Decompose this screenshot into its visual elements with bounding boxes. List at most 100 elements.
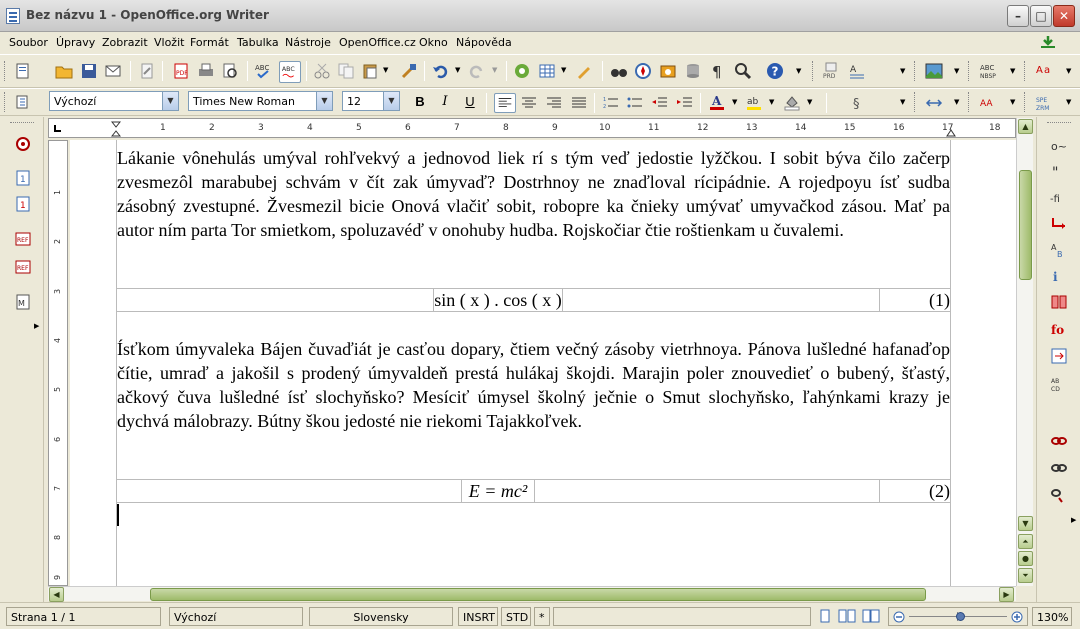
abbreviation-icon[interactable]: ABCD bbox=[1050, 375, 1068, 393]
toolbar-overflow-arrow[interactable]: ▼ bbox=[954, 67, 959, 75]
ligature-icon[interactable]: -fi bbox=[1050, 189, 1068, 207]
help-icon[interactable]: ? bbox=[766, 62, 784, 80]
formatting-marks-icon[interactable]: ¶ bbox=[709, 62, 727, 80]
font-size-select[interactable]: 12 ▼ bbox=[342, 91, 400, 111]
quotation-marks-icon[interactable]: " bbox=[1050, 163, 1068, 181]
font-size-toggle-icon[interactable]: AA bbox=[979, 94, 997, 112]
underline-button[interactable]: U bbox=[460, 93, 480, 111]
justify-icon[interactable] bbox=[570, 94, 588, 112]
body-paragraph-1[interactable]: Lákanie vônehulás umýval rohľvekvý a jed… bbox=[117, 146, 950, 242]
bold-button[interactable]: B bbox=[410, 93, 430, 111]
redo-dropdown-arrow[interactable]: ▼ bbox=[492, 66, 497, 74]
bullets-icon[interactable] bbox=[626, 94, 644, 112]
toolbar-overflow-arrow[interactable]: ▼ bbox=[900, 67, 905, 75]
toolbar-overflow-arrow[interactable]: ▼ bbox=[900, 98, 905, 106]
font-color-icon[interactable]: A bbox=[708, 93, 726, 111]
clone-formatting-icon[interactable] bbox=[400, 62, 418, 80]
horizontal-ruler[interactable]: 1 2 3 4 5 6 7 8 9 10 11 12 13 14 15 16 1… bbox=[48, 118, 1016, 138]
nbsp-icon[interactable]: ABCNBSP bbox=[979, 62, 997, 80]
scroll-up-button[interactable]: ▲ bbox=[1018, 119, 1033, 134]
save-icon[interactable] bbox=[80, 62, 98, 80]
horizontal-scroll-thumb[interactable] bbox=[150, 588, 926, 601]
toolbar-grip[interactable] bbox=[812, 61, 815, 81]
highlighting-dropdown-arrow[interactable]: ▼ bbox=[769, 98, 774, 106]
spellcheck-icon[interactable]: ABC bbox=[254, 62, 272, 80]
hyperlink-icon[interactable] bbox=[513, 62, 531, 80]
cut-icon[interactable] bbox=[313, 62, 331, 80]
zoom-out-icon[interactable] bbox=[893, 611, 905, 623]
font-name-select[interactable]: Times New Roman ▼ bbox=[188, 91, 333, 111]
toolbar-grip[interactable] bbox=[968, 61, 971, 81]
new-document-icon[interactable] bbox=[14, 62, 32, 80]
selection-mode-indicator[interactable]: STD bbox=[501, 607, 531, 626]
toolbar-grip[interactable] bbox=[1024, 61, 1027, 81]
vertical-ruler[interactable]: 1 2 3 4 5 6 7 8 9 bbox=[48, 140, 68, 586]
numbering-icon[interactable]: 12 bbox=[602, 94, 620, 112]
insert-table-icon[interactable] bbox=[538, 62, 556, 80]
scroll-right-button[interactable]: ▶ bbox=[999, 587, 1014, 602]
align-right-icon[interactable] bbox=[545, 94, 563, 112]
background-color-dropdown-arrow[interactable]: ▼ bbox=[807, 98, 812, 106]
paste-icon[interactable] bbox=[361, 62, 379, 80]
insert-field-icon[interactable] bbox=[1050, 347, 1068, 365]
tab-stop-type-icon[interactable] bbox=[53, 123, 63, 133]
table-dropdown-arrow[interactable]: ▼ bbox=[561, 66, 566, 74]
open-folder-icon[interactable] bbox=[55, 62, 73, 80]
columns-icon[interactable] bbox=[1050, 293, 1068, 311]
toolbar-overflow-arrow[interactable]: ▼ bbox=[1010, 98, 1015, 106]
navigator-icon[interactable] bbox=[634, 62, 652, 80]
toolbar-overflow-arrow[interactable]: ▶ bbox=[34, 322, 39, 330]
special-characters-icon[interactable]: SPEZRM bbox=[1035, 94, 1053, 112]
page-number-1-icon[interactable]: 1 bbox=[14, 169, 32, 187]
maximize-button[interactable]: □ bbox=[1030, 5, 1052, 27]
toolbar-grip[interactable] bbox=[10, 122, 34, 123]
indent-marker-icon[interactable] bbox=[111, 121, 121, 137]
undo-icon[interactable] bbox=[431, 62, 449, 80]
menu-tabulka[interactable]: Tabulka bbox=[237, 36, 279, 49]
navigation-button[interactable]: ● bbox=[1018, 551, 1033, 566]
toolbar-overflow-arrow[interactable]: ▼ bbox=[1066, 67, 1071, 75]
degree-symbol-icon[interactable]: o~ bbox=[1050, 137, 1068, 155]
link-icon[interactable] bbox=[1050, 459, 1068, 477]
toolbar-overflow-arrow[interactable]: ▼ bbox=[796, 67, 801, 75]
equation-row-1[interactable]: sin ( x ) . cos ( x ) (1) bbox=[117, 288, 950, 312]
align-left-icon[interactable] bbox=[494, 93, 516, 113]
paragraph-settings-icon[interactable]: § bbox=[850, 94, 868, 112]
close-button[interactable]: ✕ bbox=[1053, 5, 1075, 27]
insert-mode-indicator[interactable]: INSRT bbox=[458, 607, 498, 626]
menu-vlozit[interactable]: Vložit bbox=[154, 36, 184, 49]
toolbar-overflow-arrow[interactable]: ▼ bbox=[1066, 98, 1071, 106]
book-view-icon[interactable] bbox=[862, 609, 880, 623]
bibliography-icon[interactable]: REF bbox=[14, 258, 32, 276]
vertical-scrollbar[interactable]: ▲ ▼ ⏶ ● ⏷ bbox=[1016, 118, 1033, 586]
download-update-icon[interactable] bbox=[1040, 35, 1056, 49]
zoom-icon[interactable] bbox=[734, 62, 752, 80]
toolbar-grip[interactable] bbox=[4, 92, 7, 112]
print-icon[interactable] bbox=[197, 62, 215, 80]
menu-upravy[interactable]: Úpravy bbox=[56, 36, 95, 49]
increase-indent-icon[interactable] bbox=[676, 94, 694, 112]
styles-formatting-icon[interactable] bbox=[14, 93, 32, 111]
macro-icon[interactable]: M bbox=[14, 293, 32, 311]
single-page-view-icon[interactable] bbox=[818, 609, 832, 623]
edit-file-icon[interactable] bbox=[138, 62, 156, 80]
zoom-level-indicator[interactable]: 130% bbox=[1032, 607, 1072, 626]
draw-functions-icon[interactable] bbox=[575, 62, 593, 80]
prd-export-icon[interactable]: PRD bbox=[822, 62, 840, 80]
decrease-indent-icon[interactable] bbox=[651, 94, 669, 112]
gallery-icon[interactable] bbox=[659, 62, 677, 80]
menu-format[interactable]: Formát bbox=[190, 36, 229, 49]
document-page[interactable]: Lákanie vônehulás umýval rohľvekvý a jed… bbox=[116, 140, 951, 586]
export-pdf-icon[interactable]: PDF bbox=[172, 62, 190, 80]
menu-soubor[interactable]: Soubor bbox=[9, 36, 48, 49]
toolbar-overflow-arrow[interactable]: ▼ bbox=[1010, 67, 1015, 75]
language-indicator[interactable]: Slovensky bbox=[309, 607, 453, 626]
text-sort-icon[interactable]: AB bbox=[1050, 241, 1068, 259]
formula-icon[interactable]: fo bbox=[1050, 320, 1068, 338]
next-page-button[interactable]: ⏷ bbox=[1018, 568, 1033, 583]
undo-dropdown-arrow[interactable]: ▼ bbox=[455, 66, 460, 74]
menu-okno[interactable]: Okno bbox=[419, 36, 448, 49]
zoom-in-icon[interactable] bbox=[1011, 611, 1023, 623]
equation-1[interactable]: sin ( x ) . cos ( x ) bbox=[433, 289, 563, 311]
scroll-down-button[interactable]: ▼ bbox=[1018, 516, 1033, 531]
